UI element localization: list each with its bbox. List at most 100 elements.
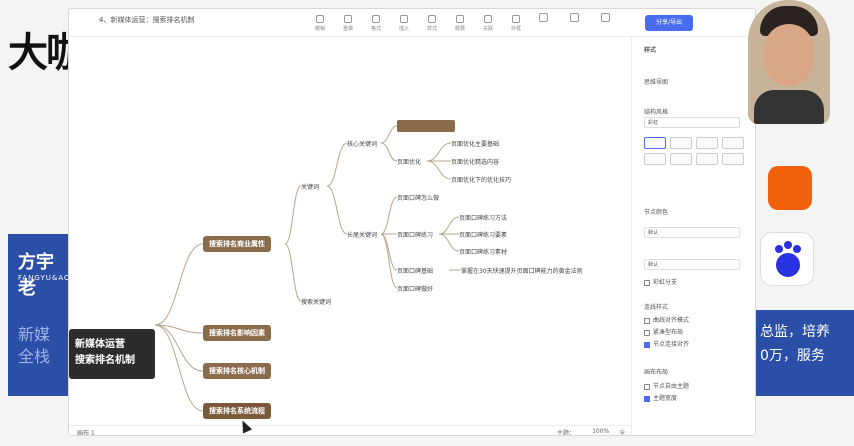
fullscreen-toggle[interactable]: 全屏 <box>619 428 631 435</box>
l5-label[interactable]: 页面优化下的优化技巧 <box>451 175 511 184</box>
l5-label[interactable]: 页面优化主要基础 <box>451 139 499 148</box>
toolbar-style-button[interactable]: 样式 <box>421 11 443 35</box>
l5-label[interactable]: 页面口碑练习方法 <box>459 213 507 222</box>
toolbar-redo-button[interactable]: 重做 <box>337 11 359 35</box>
l5-label[interactable]: 页面口碑练习要素 <box>459 230 507 239</box>
document-title[interactable]: 4、新媒体运营：搜索排名机制 <box>99 15 194 25</box>
curve-checkbox[interactable] <box>644 317 650 324</box>
l3-label[interactable]: 长尾关键词 <box>347 230 377 239</box>
theme-select-row: 彩虹 <box>644 117 740 128</box>
align-checkbox[interactable] <box>644 341 650 348</box>
structure-option[interactable] <box>644 137 666 149</box>
l1-node[interactable]: 搜索排名影响因素 <box>203 325 271 341</box>
top-toolbar: 4、新媒体运营：搜索排名机制 撤销 重做 格式 插入 样式 概要 关联 外框 分… <box>69 9 755 37</box>
style-icon <box>428 14 436 23</box>
rainbow-checkbox[interactable] <box>644 279 650 286</box>
sidepanel-header: 样式 <box>644 47 657 54</box>
compact-checkbox[interactable] <box>644 329 650 336</box>
structure-swatches <box>644 137 744 165</box>
l5-label[interactable]: 页面优化精选内容 <box>451 157 499 166</box>
c2-row: 紧凑型布局 <box>644 327 683 336</box>
note-label[interactable]: 掌握在30天快速提升页面口碑能力的黄金法则 <box>461 266 583 275</box>
l1-node[interactable]: 搜索排名系统流程 <box>203 403 271 419</box>
toolbar-summary-button[interactable]: 概要 <box>449 11 471 35</box>
structure-option[interactable] <box>722 153 744 165</box>
l1-node[interactable]: 搜索排名商业属性 <box>203 236 271 252</box>
theme-section: 结构风格 <box>644 109 669 116</box>
l2-label[interactable]: 搜索关键词 <box>301 297 331 306</box>
toolbar-relation-button[interactable]: 关联 <box>477 11 499 35</box>
format-icon <box>372 14 380 23</box>
presenter-face <box>764 24 814 86</box>
background-left-desc: 新媒 全栈 <box>18 325 51 366</box>
structure-option[interactable] <box>644 153 666 165</box>
l4-label[interactable]: 页面优化 <box>397 157 421 166</box>
toolbar-undo-button[interactable]: 撤销 <box>309 11 331 35</box>
swatch-row-1 <box>644 137 744 149</box>
frame-icon <box>512 14 520 23</box>
structure-option[interactable] <box>696 137 718 149</box>
l2-label[interactable]: 关键词 <box>301 182 319 191</box>
style-sidepanel: 样式 思维导图 结构风格 彩虹 节点颜色 默认 默认 彩虹分支 连线样式 曲线对… <box>631 37 755 435</box>
node-color-select[interactable]: 默认 <box>644 227 740 238</box>
root-node[interactable]: 新媒体运营 搜索排名机制 <box>69 329 155 379</box>
status-bar: 画布 1 主题：51 100% 全屏 <box>69 425 631 436</box>
l4-label[interactable]: 页面口碑练习 <box>397 230 433 239</box>
canvas-tab[interactable]: 画布 1 <box>77 428 95 435</box>
swatch-row-2 <box>644 153 744 165</box>
mindmap-canvas[interactable]: 新媒体运营 搜索排名机制 搜索排名商业属性 搜索排名影响因素 搜索排名核心机制 … <box>69 37 631 425</box>
topic-width-checkbox[interactable] <box>644 395 650 402</box>
opt1-row: 默认 <box>644 227 740 238</box>
presenter-body <box>754 90 824 124</box>
canvas-layout-section: 画布布局 <box>644 369 669 376</box>
node-color-section: 节点颜色 <box>644 209 669 216</box>
insert-icon <box>400 14 408 23</box>
summary-icon <box>456 14 464 23</box>
rainbow-label: 彩虹分支 <box>653 279 678 286</box>
background-left-en: FANGYU&AOSHI <box>18 274 70 282</box>
fullscreen-icon[interactable] <box>539 13 548 22</box>
undo-icon <box>316 14 324 23</box>
topic-width-label: 主题宽度 <box>653 395 678 402</box>
l4-label[interactable]: 页面口碑做好 <box>397 284 433 293</box>
webcam-overlay <box>748 0 830 124</box>
l4-label[interactable]: 页面口碑基础 <box>397 266 433 275</box>
l3-label[interactable]: 核心关键词 <box>347 139 377 148</box>
structure-option[interactable] <box>670 137 692 149</box>
line-color-select[interactable]: 默认 <box>644 259 740 270</box>
free-topic-label: 节点自由主题 <box>653 383 690 390</box>
root-line-1: 新媒体运营 <box>75 339 125 350</box>
c3-row: 节点连接对齐 <box>644 339 689 348</box>
l4-label[interactable]: 页面口碑怎么做 <box>397 193 439 202</box>
selected-empty-node[interactable] <box>397 120 455 132</box>
structure-option[interactable] <box>696 153 718 165</box>
l5-label[interactable]: 页面口碑练习素材 <box>459 247 507 256</box>
top-right-icons <box>539 13 610 22</box>
c1-row: 曲线对齐模式 <box>644 315 689 324</box>
relation-icon <box>484 14 492 23</box>
structure-option[interactable] <box>670 153 692 165</box>
outline-icon[interactable] <box>570 13 579 22</box>
zoom-level[interactable]: 100% <box>592 428 609 435</box>
align-label: 节点连接对齐 <box>653 341 690 348</box>
opt2-row: 默认 <box>644 259 740 270</box>
c5-row: 主题宽度 <box>644 393 677 402</box>
connector-section: 连线样式 <box>644 304 669 311</box>
theme-select[interactable]: 彩虹 <box>644 117 740 128</box>
layout-label[interactable]: 思维导图 <box>644 77 668 86</box>
structure-option[interactable] <box>722 137 744 149</box>
toolbar-insert-button[interactable]: 插入 <box>393 11 415 35</box>
topic-count: 主题：51 <box>557 430 576 436</box>
background-left-panel: 方宇老 FANGYU&AOSHI 新媒 全栈 <box>8 234 70 396</box>
l1-node[interactable]: 搜索排名核心机制 <box>203 363 271 379</box>
redo-icon <box>344 14 352 23</box>
free-topic-checkbox[interactable] <box>644 383 650 390</box>
c4-row: 节点自由主题 <box>644 381 689 390</box>
share-export-button[interactable]: 分享/导出 <box>645 15 693 31</box>
mindmap-app-window: 4、新媒体运营：搜索排名机制 撤销 重做 格式 插入 样式 概要 关联 外框 分… <box>68 8 756 436</box>
curve-label: 曲线对齐模式 <box>653 317 690 324</box>
settings-icon[interactable] <box>601 13 610 22</box>
root-line-2: 搜索排名机制 <box>75 355 135 366</box>
toolbar-frame-button[interactable]: 外框 <box>505 11 527 35</box>
toolbar-format-button[interactable]: 格式 <box>365 11 387 35</box>
